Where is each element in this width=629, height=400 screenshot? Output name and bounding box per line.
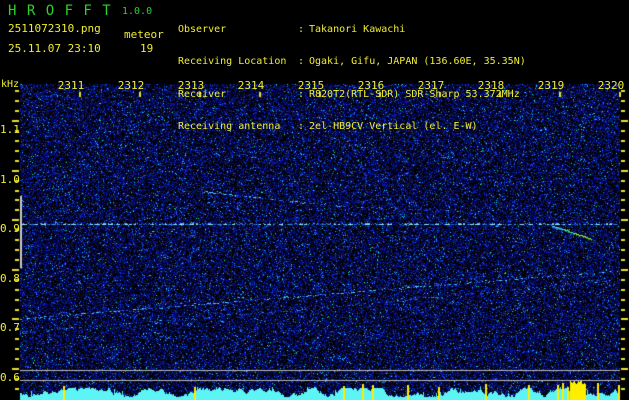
app-version: 1.0.0 [122, 6, 153, 17]
time-label: 2318 [477, 79, 505, 92]
info-separator: : [298, 121, 305, 133]
info-row-receiver: Receiver: R820T2(RTL-SDR) SDR-Sharp 53.37… [178, 89, 526, 102]
time-label: 2316 [357, 79, 385, 92]
freq-label: 0.8 [0, 272, 20, 285]
freq-label: 1.1 [0, 123, 20, 136]
time-label: 2315 [297, 79, 325, 92]
time-label: 2312 [117, 79, 145, 92]
info-row-observer: Observer: Takanori Kawachi [178, 25, 526, 37]
y-axis-unit: kHz [1, 79, 20, 90]
info-value: Takanori Kawachi [309, 24, 406, 35]
mode-label: meteor [124, 28, 164, 41]
info-label: Receiving antenna [178, 121, 281, 133]
info-value: Ogaki, Gifu, JAPAN (136.60E, 35.35N) [309, 56, 526, 68]
station-info-block: Observer: Takanori Kawachi Receiving Loca… [178, 5, 526, 155]
time-label: 2319 [537, 79, 565, 92]
info-value: 2el-HB9CV Vertical (el. E-W) [309, 121, 478, 133]
output-filename: 2511072310.png [8, 22, 101, 35]
freq-label: 1.0 [0, 173, 20, 186]
time-label: 2314 [237, 79, 265, 92]
time-label: 2320 [597, 79, 625, 92]
info-label: Observer [178, 24, 227, 35]
observation-datetime: 25.11.07 23:10 [8, 42, 101, 55]
freq-label: 0.6 [0, 371, 20, 384]
hrofft-window: H R O F F T 1.0.0 2511072310.png meteor … [0, 0, 629, 400]
info-separator: : [298, 56, 305, 68]
echo-count: 19 [140, 42, 154, 55]
info-separator: : [298, 24, 305, 35]
info-label: Receiving Location [178, 56, 287, 68]
time-label: 2311 [57, 79, 85, 92]
time-label: 2317 [417, 79, 445, 92]
freq-label: 0.9 [0, 222, 20, 235]
info-row-location: Receiving Location: Ogaki, Gifu, JAPAN (1… [178, 57, 526, 69]
app-title: H R O F F T [8, 3, 112, 19]
freq-label: 0.7 [0, 321, 20, 334]
time-label: 2313 [177, 79, 205, 92]
info-row-antenna: Receiving antenna:2el-HB9CV Vertical (el… [178, 122, 526, 134]
